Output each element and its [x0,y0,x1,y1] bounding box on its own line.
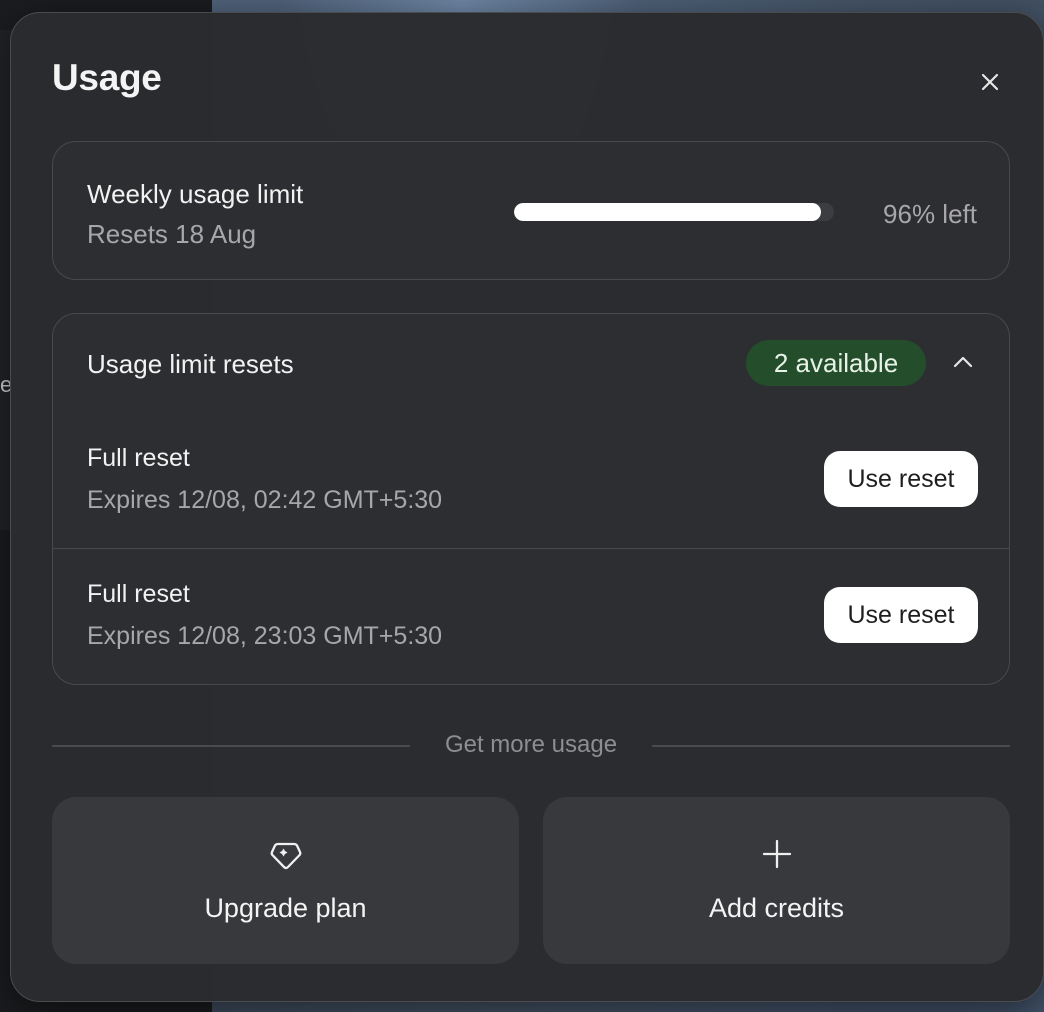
close-button[interactable] [975,67,1005,97]
add-credits-button[interactable]: Add credits [543,797,1010,964]
usage-progress-bar [514,203,834,221]
upgrade-plan-label: Upgrade plan [204,893,367,923]
usage-percent-left: 96% left [883,199,977,229]
close-icon [981,73,999,91]
usage-resets-card: Usage limit resets 2 available Full rese… [52,313,1010,685]
reset-list-item: Full reset Expires 12/08, 23:03 GMT+5:30… [53,550,1009,684]
chevron-up-icon [953,356,973,368]
tag-icon [270,842,301,870]
use-reset-button[interactable]: Use reset [824,587,978,643]
plus-icon [762,839,791,869]
weekly-limit-title: Weekly usage limit [87,179,304,209]
weekly-limit-reset-date: Resets 18 Aug [87,219,257,249]
collapse-resets-button[interactable] [951,350,975,374]
reset-expiry: Expires 12/08, 02:42 GMT+5:30 [87,486,443,514]
reset-name: Full reset [87,444,190,472]
divider-line [652,745,1010,747]
add-credits-label: Add credits [708,893,845,923]
available-resets-badge: 2 available [746,340,926,386]
usage-progress-fill [514,203,822,221]
use-reset-button[interactable]: Use reset [824,451,978,507]
upgrade-plan-button[interactable]: Upgrade plan [52,797,519,964]
reset-name: Full reset [87,580,190,608]
modal-title: Usage [52,57,162,98]
resets-title: Usage limit resets [87,349,294,379]
reset-list-item: Full reset Expires 12/08, 02:42 GMT+5:30… [53,414,1009,549]
weekly-usage-card: Weekly usage limit Resets 18 Aug 96% lef… [52,141,1010,280]
get-more-usage-divider: Get more usage [52,729,1010,763]
reset-expiry: Expires 12/08, 23:03 GMT+5:30 [87,622,443,650]
usage-modal: Usage Weekly usage limit Resets 18 Aug 9… [10,12,1044,1002]
